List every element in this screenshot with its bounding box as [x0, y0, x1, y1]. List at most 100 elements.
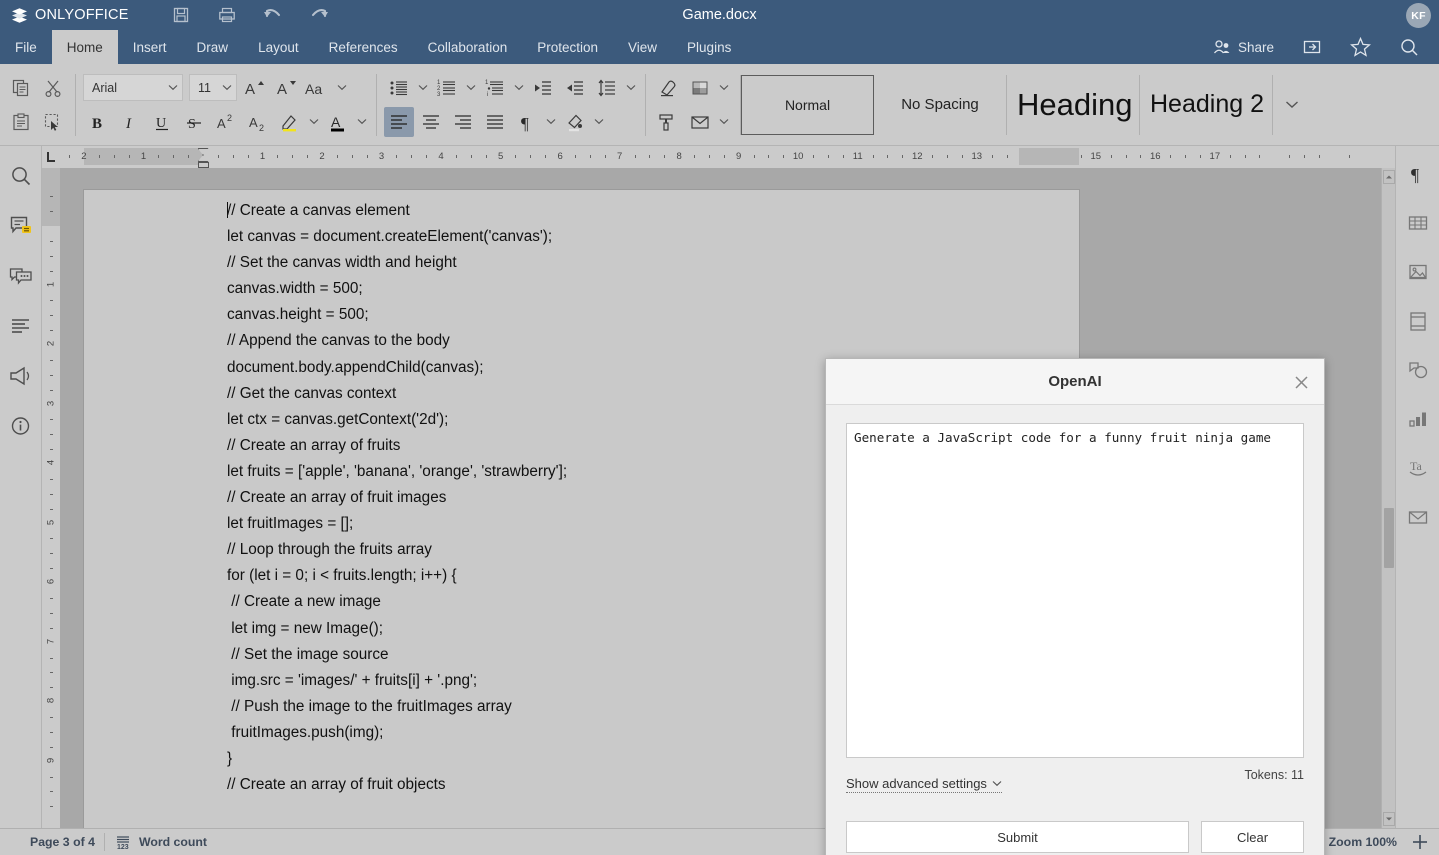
- shading-button[interactable]: [560, 107, 590, 137]
- avatar[interactable]: KF: [1406, 3, 1431, 28]
- change-case-dropdown[interactable]: [335, 84, 349, 91]
- styles-expand-button[interactable]: [1273, 75, 1311, 135]
- search-button[interactable]: [1385, 30, 1433, 64]
- font-size-select[interactable]: 11: [189, 74, 237, 101]
- copy-style-button[interactable]: [38, 107, 68, 137]
- show-advanced-settings-toggle[interactable]: Show advanced settings: [846, 776, 1002, 793]
- sidebar-item-table-settings[interactable]: [1404, 209, 1432, 237]
- font-color-dropdown[interactable]: [355, 118, 369, 125]
- highlight-color-dropdown[interactable]: [307, 118, 321, 125]
- openai-dialog[interactable]: OpenAI Tokens: 11 Show advanced settings…: [825, 358, 1325, 855]
- print-icon[interactable]: [217, 5, 237, 25]
- bold-button[interactable]: B: [83, 107, 113, 137]
- borders-dropdown[interactable]: [717, 84, 731, 91]
- multilevel-list-button[interactable]: 1i: [480, 73, 510, 103]
- align-right-button[interactable]: [448, 107, 478, 137]
- ruler-right-margin[interactable]: [1019, 148, 1079, 165]
- style-heading-2[interactable]: Heading 2: [1140, 74, 1273, 135]
- decrease-indent-button[interactable]: [528, 73, 558, 103]
- close-icon[interactable]: [1288, 369, 1314, 395]
- tab-view[interactable]: View: [613, 30, 672, 64]
- prompt-input[interactable]: [846, 423, 1304, 758]
- numbering-dropdown[interactable]: [464, 84, 478, 91]
- shading-dropdown[interactable]: [592, 118, 606, 125]
- increment-font-size-button[interactable]: A: [239, 73, 269, 103]
- sidebar-item-text-art-settings[interactable]: Ta: [1404, 454, 1432, 482]
- tab-home[interactable]: Home: [51, 30, 118, 64]
- nonprinting-characters-button[interactable]: ¶: [512, 107, 542, 137]
- tab-collaboration[interactable]: Collaboration: [413, 30, 523, 64]
- sidebar-item-headings[interactable]: [7, 312, 35, 340]
- tab-draw[interactable]: Draw: [182, 30, 244, 64]
- mail-merge-button[interactable]: [685, 107, 715, 137]
- sidebar-item-paragraph-settings[interactable]: ¶: [1404, 160, 1432, 188]
- favorite-button[interactable]: [1336, 30, 1385, 64]
- paste-button[interactable]: [6, 107, 36, 137]
- word-count-button[interactable]: 123 Word count: [114, 833, 207, 851]
- tab-plugins[interactable]: Plugins: [672, 30, 746, 64]
- align-left-button[interactable]: [384, 106, 414, 137]
- save-icon[interactable]: [171, 5, 191, 25]
- copy-button[interactable]: [6, 73, 36, 103]
- sidebar-item-comments[interactable]: [7, 212, 35, 240]
- font-color-button[interactable]: A: [323, 107, 353, 137]
- increase-indent-button[interactable]: [560, 73, 590, 103]
- open-file-location-button[interactable]: [1288, 30, 1336, 64]
- scrollbar-thumb[interactable]: [1384, 508, 1394, 568]
- sidebar-item-feedback[interactable]: [7, 362, 35, 390]
- font-name-select[interactable]: Arial: [83, 74, 183, 101]
- subscript-button[interactable]: A2: [243, 107, 273, 137]
- bullets-button[interactable]: [384, 73, 414, 103]
- italic-button[interactable]: I: [115, 107, 145, 137]
- mail-merge-dropdown[interactable]: [717, 118, 731, 125]
- style-normal[interactable]: Normal: [741, 74, 874, 135]
- zoom-level[interactable]: Zoom 100%: [1329, 835, 1397, 849]
- tab-stop-selector[interactable]: [42, 146, 60, 168]
- zoom-in-button[interactable]: [1411, 833, 1429, 851]
- sidebar-item-chat[interactable]: [7, 262, 35, 290]
- align-justify-button[interactable]: [480, 107, 510, 137]
- sidebar-item-search[interactable]: [7, 162, 35, 190]
- tab-insert[interactable]: Insert: [118, 30, 182, 64]
- vertical-ruler[interactable]: 1 2 3 4 5 6 7 8 9: [42, 168, 60, 828]
- bullets-dropdown[interactable]: [416, 84, 430, 91]
- tab-protection[interactable]: Protection: [522, 30, 613, 64]
- clear-style-button[interactable]: [653, 73, 683, 103]
- sidebar-item-about[interactable]: [7, 412, 35, 440]
- underline-button[interactable]: U: [147, 107, 177, 137]
- cut-button[interactable]: [38, 73, 68, 103]
- sidebar-item-mail-merge-settings[interactable]: [1404, 503, 1432, 531]
- undo-icon[interactable]: [263, 5, 283, 25]
- decrement-font-size-button[interactable]: A: [271, 73, 301, 103]
- page-indicator[interactable]: Page 3 of 4: [30, 835, 95, 849]
- redo-icon[interactable]: [309, 5, 329, 25]
- nonprinting-characters-dropdown[interactable]: [544, 118, 558, 125]
- sidebar-item-chart-settings[interactable]: [1404, 405, 1432, 433]
- highlight-color-button[interactable]: [275, 107, 305, 137]
- borders-button[interactable]: [685, 73, 715, 103]
- sidebar-item-header-footer-settings[interactable]: [1404, 307, 1432, 335]
- submit-button[interactable]: Submit: [846, 821, 1189, 853]
- style-no-spacing[interactable]: No Spacing: [874, 74, 1007, 135]
- clear-button[interactable]: Clear: [1201, 821, 1304, 853]
- sidebar-item-shape-settings[interactable]: [1404, 356, 1432, 384]
- multilevel-list-dropdown[interactable]: [512, 84, 526, 91]
- horizontal-ruler[interactable]: 211234567891011121314151617: [60, 146, 1381, 168]
- change-case-button[interactable]: Aa: [303, 73, 333, 103]
- style-heading-1[interactable]: Heading 1: [1007, 74, 1140, 135]
- vertical-scrollbar[interactable]: [1381, 168, 1395, 828]
- tab-file[interactable]: File: [0, 30, 52, 64]
- share-button[interactable]: Share: [1199, 30, 1288, 64]
- line-spacing-dropdown[interactable]: [624, 84, 638, 91]
- tab-layout[interactable]: Layout: [243, 30, 314, 64]
- sidebar-item-image-settings[interactable]: [1404, 258, 1432, 286]
- scroll-up-button[interactable]: [1383, 170, 1395, 184]
- align-center-button[interactable]: [416, 107, 446, 137]
- line-spacing-button[interactable]: [592, 73, 622, 103]
- tab-references[interactable]: References: [314, 30, 413, 64]
- superscript-button[interactable]: A2: [211, 107, 241, 137]
- numbering-button[interactable]: 123: [432, 73, 462, 103]
- paragraph-fill-button[interactable]: [653, 107, 683, 137]
- strikethrough-button[interactable]: S: [179, 107, 209, 137]
- scroll-down-button[interactable]: [1383, 812, 1395, 826]
